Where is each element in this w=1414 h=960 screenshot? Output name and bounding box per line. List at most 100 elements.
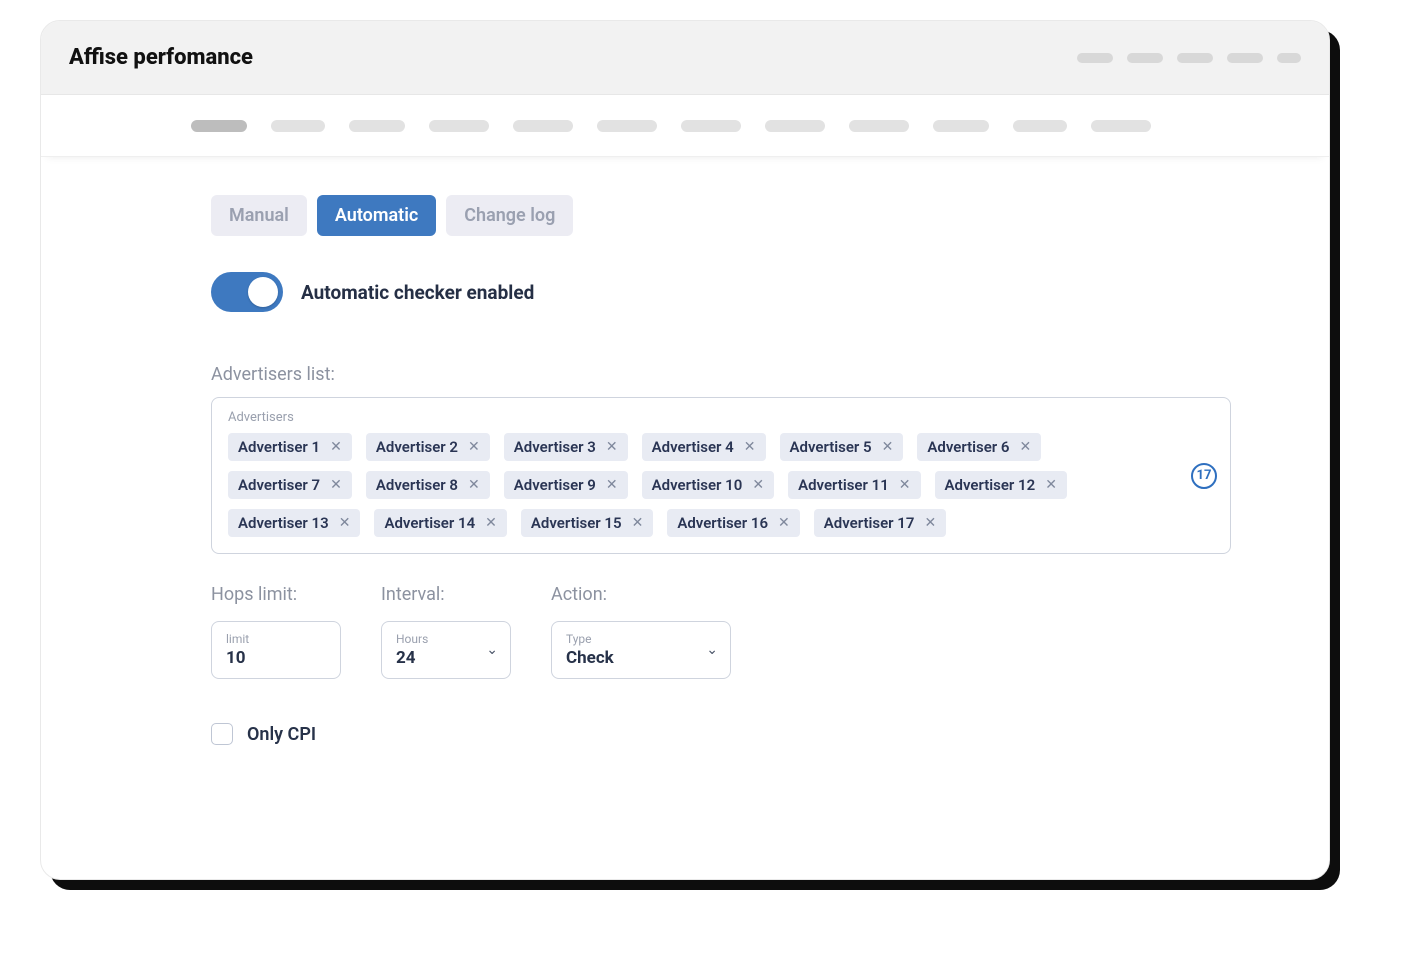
chevron-down-icon: ⌄: [486, 642, 498, 658]
close-icon[interactable]: ✕: [604, 439, 620, 455]
advertisers-multiselect[interactable]: Advertisers Advertiser 1✕Advertiser 2✕Ad…: [211, 397, 1231, 554]
chip-label: Advertiser 11: [798, 476, 889, 494]
chip-label: Advertiser 14: [384, 514, 475, 532]
nav-item[interactable]: [513, 120, 573, 132]
placeholder-pill: [1277, 53, 1301, 63]
navbar: [41, 95, 1329, 157]
close-icon[interactable]: ✕: [897, 477, 913, 493]
content: Manual Automatic Change log Automatic ch…: [41, 157, 1329, 745]
advertisers-multiselect-wrap: Advertisers Advertiser 1✕Advertiser 2✕Ad…: [211, 397, 1231, 554]
close-icon[interactable]: ✕: [604, 477, 620, 493]
close-icon[interactable]: ✕: [337, 515, 353, 531]
close-icon[interactable]: ✕: [466, 439, 482, 455]
automatic-checker-row: Automatic checker enabled: [211, 272, 1259, 312]
action-label: Type: [566, 632, 716, 646]
advertiser-chip[interactable]: Advertiser 1✕: [228, 433, 352, 461]
advertiser-chip[interactable]: Advertiser 13 ✕: [228, 509, 360, 537]
nav-item[interactable]: [765, 120, 825, 132]
automatic-checker-toggle[interactable]: [211, 272, 283, 312]
action-select[interactable]: Type Check ⌄: [551, 621, 731, 679]
chip-label: Advertiser 13: [238, 514, 329, 532]
close-icon[interactable]: ✕: [880, 439, 896, 455]
advertiser-chip[interactable]: Advertiser 7 ✕: [228, 471, 352, 499]
interval-select[interactable]: Hours 24 ⌄: [381, 621, 511, 679]
automatic-checker-label: Automatic checker enabled: [301, 281, 534, 304]
window-controls: [1077, 53, 1301, 63]
chip-label: Advertiser 16: [677, 514, 768, 532]
chip-label: Advertiser 10: [652, 476, 743, 494]
settings-row: Hops limit: limit 10 Interval: Hours 24 …: [211, 584, 1259, 679]
advertisers-count-badge[interactable]: 17: [1191, 463, 1217, 489]
nav-item[interactable]: [597, 120, 657, 132]
advertiser-chip[interactable]: Advertiser 14 ✕: [374, 509, 506, 537]
nav-item[interactable]: [1091, 120, 1151, 132]
placeholder-pill: [1227, 53, 1263, 63]
titlebar: Affise perfomance: [41, 21, 1329, 95]
advertisers-list-label: Advertisers list:: [211, 364, 1259, 385]
placeholder-pill: [1077, 53, 1113, 63]
advertiser-chip[interactable]: Advertiser 16 ✕: [667, 509, 799, 537]
chip-label: Advertiser 8: [376, 476, 458, 494]
advertiser-chip[interactable]: Advertiser 11 ✕: [788, 471, 920, 499]
app-title: Affise perfomance: [69, 45, 253, 70]
action-value: Check: [566, 648, 716, 668]
advertiser-chips: Advertiser 1✕Advertiser 2✕Advertiser 3✕A…: [228, 433, 1166, 537]
advertiser-chip[interactable]: Advertiser 15✕: [521, 509, 653, 537]
close-icon[interactable]: ✕: [1018, 439, 1034, 455]
nav-item[interactable]: [271, 120, 325, 132]
chip-label: Advertiser 6: [927, 438, 1009, 456]
nav-item[interactable]: [681, 120, 741, 132]
hops-limit-input[interactable]: limit 10: [211, 621, 341, 679]
advertiser-chip[interactable]: Advertiser 3 ✕: [504, 433, 628, 461]
chip-label: Advertiser 17: [824, 514, 915, 532]
interval-label: Hours: [396, 632, 496, 646]
hops-limit-title: Hops limit:: [211, 584, 341, 605]
hops-limit-label: limit: [226, 632, 326, 646]
close-icon[interactable]: ✕: [922, 515, 938, 531]
advertiser-chip[interactable]: Advertiser 17 ✕: [814, 509, 946, 537]
hops-limit-value: 10: [226, 648, 326, 668]
chip-label: Advertiser 9: [514, 476, 596, 494]
close-icon[interactable]: ✕: [750, 477, 766, 493]
nav-item[interactable]: [1013, 120, 1067, 132]
advertiser-chip[interactable]: Advertiser 2 ✕: [366, 433, 490, 461]
chip-label: Advertiser 2: [376, 438, 458, 456]
advertiser-chip[interactable]: Advertiser 4✕: [642, 433, 766, 461]
interval-group: Interval: Hours 24 ⌄: [381, 584, 511, 679]
nav-item[interactable]: [349, 120, 405, 132]
nav-item[interactable]: [191, 120, 247, 132]
tabs: Manual Automatic Change log: [211, 195, 1259, 236]
close-icon[interactable]: ✕: [328, 477, 344, 493]
close-icon[interactable]: ✕: [742, 439, 758, 455]
close-icon[interactable]: ✕: [776, 515, 792, 531]
advertiser-chip[interactable]: Advertiser 8 ✕: [366, 471, 490, 499]
advertiser-chip[interactable]: Advertiser 6 ✕: [917, 433, 1041, 461]
toggle-knob: [248, 277, 278, 307]
advertiser-chip[interactable]: Advertiser 12 ✕: [935, 471, 1067, 499]
advertiser-chip[interactable]: Advertiser 5 ✕: [780, 433, 904, 461]
chip-label: Advertiser 7: [238, 476, 320, 494]
tab-automatic[interactable]: Automatic: [317, 195, 436, 236]
tab-change-log[interactable]: Change log: [446, 195, 573, 236]
nav-item[interactable]: [849, 120, 909, 132]
close-icon[interactable]: ✕: [483, 515, 499, 531]
only-cpi-label: Only CPI: [247, 724, 316, 745]
chip-label: Advertiser 5: [790, 438, 872, 456]
tab-manual[interactable]: Manual: [211, 195, 307, 236]
close-icon[interactable]: ✕: [630, 515, 646, 531]
only-cpi-checkbox[interactable]: [211, 723, 233, 745]
chip-label: Advertiser 3: [514, 438, 596, 456]
app-window: Affise perfomance Manual Automatic Chang…: [40, 20, 1330, 880]
close-icon[interactable]: ✕: [328, 439, 344, 455]
only-cpi-row: Only CPI: [211, 723, 1259, 745]
advertiser-chip[interactable]: Advertiser 9 ✕: [504, 471, 628, 499]
nav-item[interactable]: [933, 120, 989, 132]
interval-value: 24: [396, 648, 496, 668]
nav-item[interactable]: [429, 120, 489, 132]
chip-label: Advertiser 12: [945, 476, 1036, 494]
interval-title: Interval:: [381, 584, 511, 605]
close-icon[interactable]: ✕: [466, 477, 482, 493]
chevron-down-icon: ⌄: [706, 642, 718, 658]
close-icon[interactable]: ✕: [1043, 477, 1059, 493]
advertiser-chip[interactable]: Advertiser 10 ✕: [642, 471, 774, 499]
